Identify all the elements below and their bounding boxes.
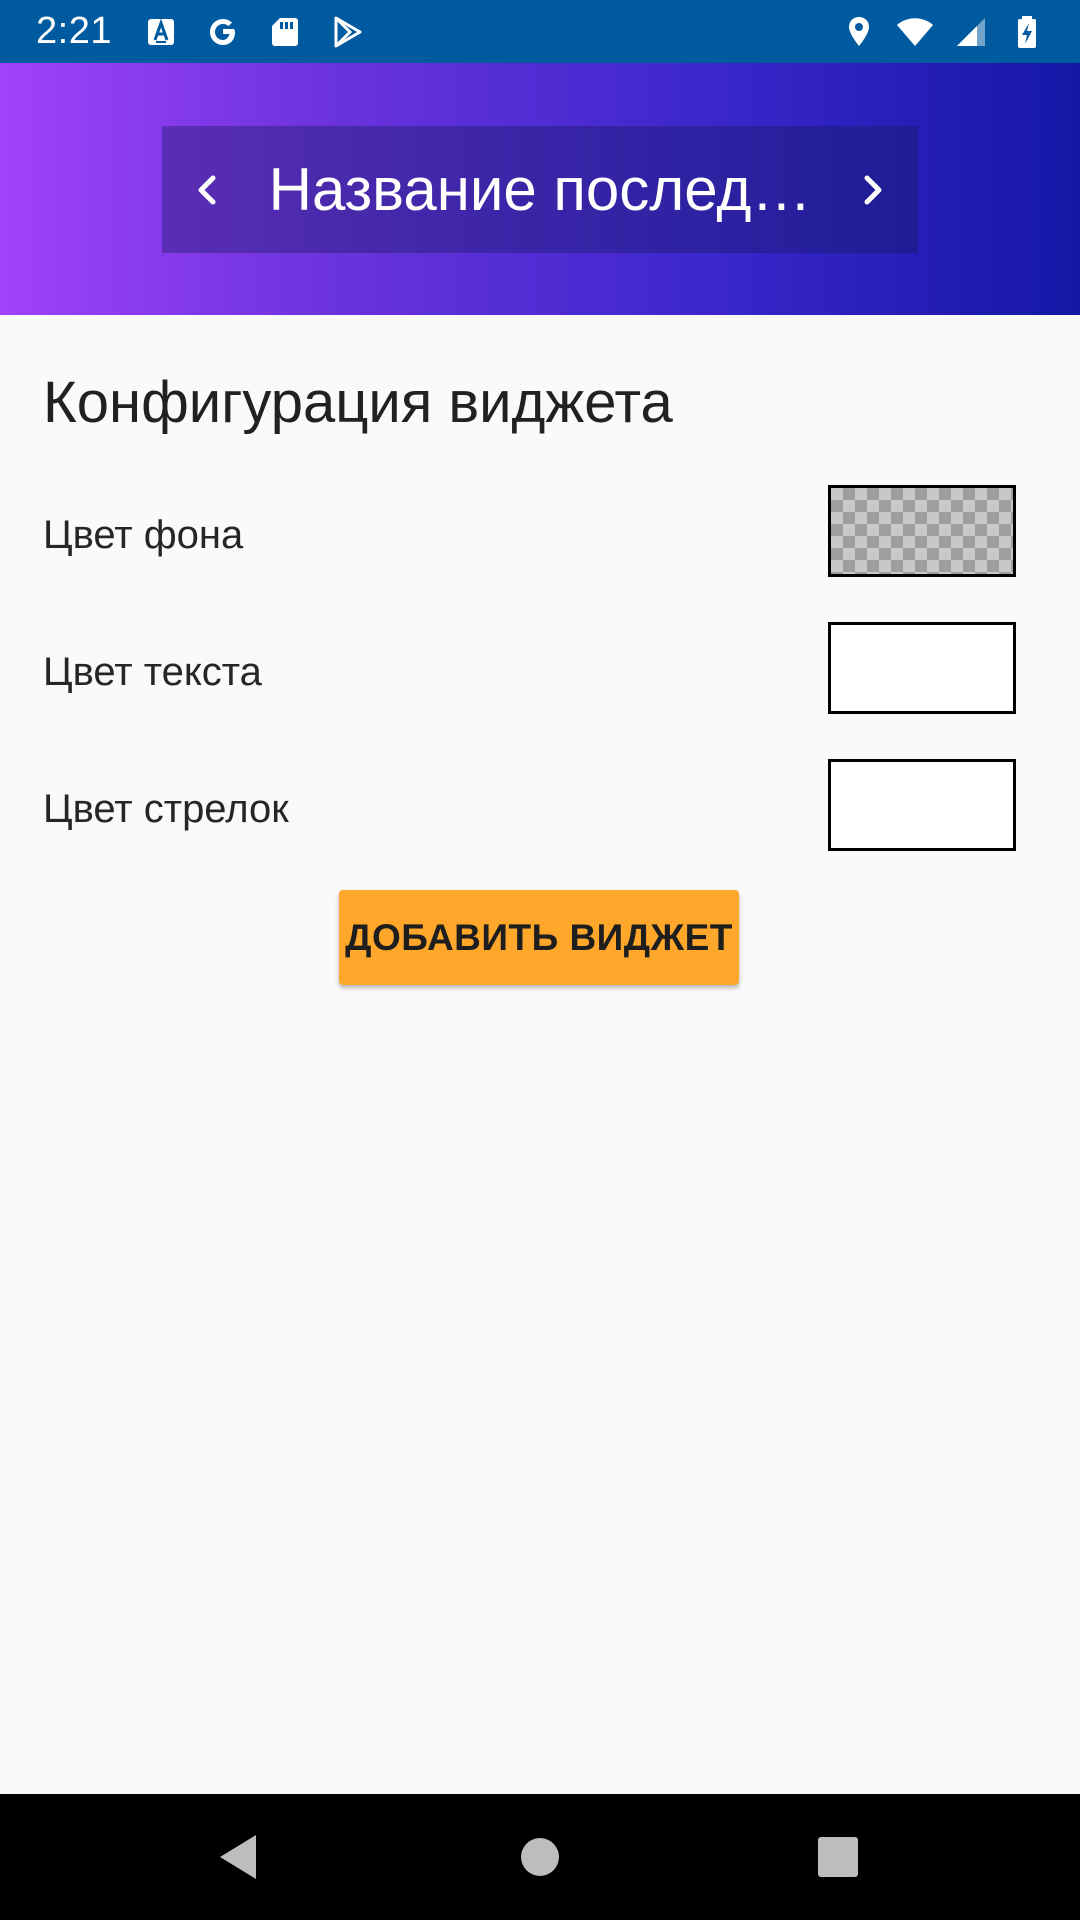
background-color-label: Цвет фона [43, 513, 244, 557]
sd-card-icon [272, 18, 298, 46]
back-button[interactable] [178, 1794, 298, 1920]
text-color-label: Цвет текста [43, 650, 262, 694]
back-icon [220, 1835, 256, 1879]
status-right-icons [840, 13, 1046, 51]
arrow-color-swatch[interactable] [828, 759, 1016, 851]
chevron-left-icon [198, 175, 216, 204]
widget-title: Название послед… [268, 156, 812, 223]
status-time: 2:21 [36, 10, 112, 52]
google-icon [210, 19, 235, 45]
prev-button[interactable] [162, 126, 252, 253]
widget-preview-header: Название послед… [0, 63, 1080, 315]
add-widget-button[interactable]: ДОБАВИТЬ ВИДЖЕТ [339, 890, 739, 985]
wifi-icon [897, 18, 933, 46]
font-a-icon [148, 18, 174, 45]
location-icon [849, 17, 869, 46]
background-color-swatch[interactable] [828, 485, 1016, 577]
play-store-icon [334, 16, 362, 48]
arrow-color-label: Цвет стрелок [43, 787, 289, 831]
recents-button[interactable] [778, 1794, 898, 1920]
status-bar: 2:21 [0, 0, 1080, 63]
home-button[interactable] [480, 1794, 600, 1920]
next-button[interactable] [828, 126, 918, 253]
widget-preview: Название послед… [162, 126, 918, 253]
home-icon [521, 1838, 559, 1876]
text-color-swatch[interactable] [828, 622, 1016, 714]
battery-charging-icon [1018, 16, 1036, 48]
cell-signal-icon [957, 18, 985, 46]
navigation-bar [0, 1794, 1080, 1920]
chevron-right-icon [864, 175, 882, 204]
page-title: Конфигурация виджета [43, 370, 673, 435]
recents-icon [818, 1837, 858, 1877]
status-left-icons [142, 13, 366, 51]
